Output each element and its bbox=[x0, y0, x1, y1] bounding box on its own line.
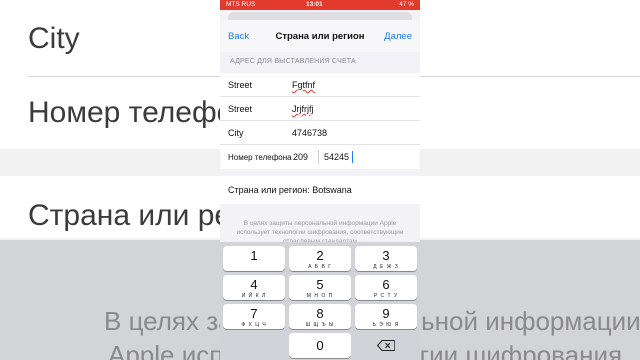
key-letters: Р С Т У bbox=[373, 293, 399, 299]
clock: 13:01 bbox=[306, 1, 323, 8]
navigation-bar: Back Страна или регион Далее bbox=[220, 20, 420, 52]
key-letters: Ш Щ Ъ Ы bbox=[305, 322, 335, 328]
key-1[interactable]: 1 bbox=[223, 246, 285, 271]
section-header: АДРЕС ДЛЯ ВЫСТАВЛЕНИЯ СЧЕТА bbox=[230, 58, 356, 65]
key-letters: Д Е Ж З bbox=[373, 264, 399, 270]
status-bar: MTS RUS 13:01 47 % bbox=[220, 0, 420, 10]
street-row[interactable]: Street Fgtfnf bbox=[220, 73, 420, 97]
key-letters: И Й К Л bbox=[241, 293, 267, 299]
key-digit: 2 bbox=[316, 248, 324, 263]
sheet-stack-edge bbox=[228, 12, 412, 20]
street2-field[interactable]: Jrjfrjfj bbox=[292, 104, 314, 114]
key-digit: 4 bbox=[250, 277, 258, 292]
key-digit: 1 bbox=[250, 248, 258, 263]
key-digit: 3 bbox=[382, 248, 390, 263]
billing-address-form: Street Fgtfnf Street Jrjfrjfj City 47467… bbox=[220, 73, 420, 169]
background-city-label: City bbox=[28, 22, 80, 55]
delete-key[interactable] bbox=[355, 333, 417, 358]
city-field[interactable]: 4746738 bbox=[292, 128, 327, 138]
country-text: Страна или регион: Botswana bbox=[228, 185, 352, 195]
country-row[interactable]: Страна или регион: Botswana bbox=[220, 176, 420, 204]
battery-label: 47 % bbox=[399, 1, 414, 8]
phone-row[interactable]: Номер телефона 209 54245 bbox=[220, 145, 420, 169]
key-9[interactable]: 9 Ь Э Ю Я bbox=[355, 304, 417, 329]
key-letters: М Н О П bbox=[306, 293, 334, 299]
key-digit: 5 bbox=[316, 277, 324, 292]
city-row[interactable]: City 4746738 bbox=[220, 121, 420, 145]
key-3[interactable]: 3 Д Е Ж З bbox=[355, 246, 417, 271]
numeric-keypad: 1 2 А Б В Г 3 Д Е Ж З 4 И Й К Л 5 М Н О … bbox=[220, 242, 420, 360]
key-letters: Ф Х Ц Ч bbox=[241, 322, 267, 328]
street-label: Street bbox=[228, 80, 253, 90]
key-letters: А Б В Г bbox=[308, 264, 332, 270]
text-cursor bbox=[352, 151, 353, 163]
key-0[interactable]: 0 bbox=[289, 333, 351, 358]
phone-number-field[interactable]: 54245 bbox=[324, 152, 349, 162]
phone-field-divider bbox=[318, 150, 319, 164]
phone-screen: MTS RUS 13:01 47 % Back Страна или регио… bbox=[220, 0, 420, 360]
phone-area-code-field[interactable]: 209 bbox=[293, 152, 308, 162]
street-field[interactable]: Fgtfnf bbox=[292, 80, 315, 90]
key-digit: 9 bbox=[382, 306, 390, 321]
key-digit: 8 bbox=[316, 306, 324, 321]
next-button[interactable]: Далее bbox=[384, 31, 412, 42]
key-5[interactable]: 5 М Н О П bbox=[289, 275, 351, 300]
key-digit: 6 bbox=[382, 277, 390, 292]
key-7[interactable]: 7 Ф Х Ц Ч bbox=[223, 304, 285, 329]
street2-row[interactable]: Street Jrjfrjfj bbox=[220, 97, 420, 121]
key-2[interactable]: 2 А Б В Г bbox=[289, 246, 351, 271]
key-empty bbox=[223, 333, 285, 358]
key-8[interactable]: 8 Ш Щ Ъ Ы bbox=[289, 304, 351, 329]
key-digit: 7 bbox=[250, 306, 258, 321]
key-6[interactable]: 6 Р С Т У bbox=[355, 275, 417, 300]
street2-label: Street bbox=[228, 104, 253, 114]
delete-backspace-icon bbox=[377, 340, 395, 351]
key-4[interactable]: 4 И Й К Л bbox=[223, 275, 285, 300]
city-label: City bbox=[228, 128, 244, 138]
carrier-label: MTS RUS bbox=[226, 1, 256, 8]
key-letters: Ь Э Ю Я bbox=[372, 322, 400, 328]
phone-label: Номер телефона bbox=[228, 153, 292, 162]
key-digit: 0 bbox=[316, 338, 324, 353]
